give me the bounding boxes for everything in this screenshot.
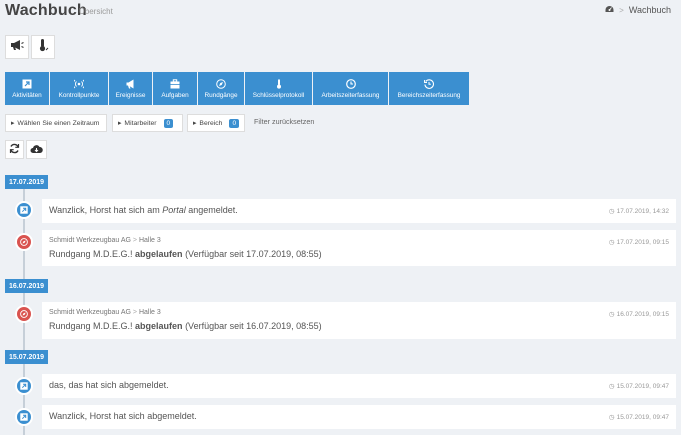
external-link-icon — [20, 413, 28, 421]
tab-rundgaenge[interactable]: Rundgänge — [198, 72, 244, 105]
period-filter-button[interactable]: ▸ Wählen Sie einen Zeitraum — [5, 114, 107, 132]
dashboard-icon[interactable] — [605, 5, 614, 15]
external-link-icon — [20, 382, 28, 390]
entry-time: ◷ 16.07.2019, 09:15 — [608, 310, 669, 319]
tab-bereichszeiterfassung[interactable]: Bereichszeiterfassung — [389, 72, 469, 105]
external-link-icon — [22, 79, 32, 88]
tab-aktivitaeten[interactable]: Aktivitäten — [5, 72, 49, 105]
compass-icon — [20, 238, 28, 246]
period-filter-label: Wählen Sie einen Zeitraum — [17, 119, 100, 127]
breadcrumb-current: Wachbuch — [628, 5, 671, 15]
clock-icon: ◷ — [608, 414, 615, 421]
tab-arbeitszeiterfassung[interactable]: Arbeitszeiterfassung — [313, 72, 388, 105]
entry-location: Schmidt Werkzeugbau AG > Halle 3 — [49, 309, 161, 316]
tab-label: Rundgänge — [204, 91, 238, 99]
compass-icon — [216, 78, 226, 89]
tab-label: Kontrollpunkte — [58, 91, 100, 99]
clock-icon — [345, 78, 356, 89]
entry-text: Rundgang M.D.E.G.! abgelaufen (Verfügbar… — [49, 249, 322, 259]
breadcrumb: > Wachbuch — [605, 5, 671, 15]
module-toolbar: Aktivitäten Kontrollpunkte Ereignisse Au… — [5, 72, 469, 105]
thermometer-icon — [276, 78, 281, 89]
megaphone-icon — [10, 38, 24, 56]
timeline-entry[interactable]: Wanzlick, Horst hat sich am Portal angem… — [42, 199, 676, 223]
entry-time: ◷ 15.07.2019, 09:47 — [608, 382, 669, 391]
staff-filter-button[interactable]: ▸ Mitarbeiter 0 — [112, 114, 183, 132]
megaphone-icon — [126, 79, 133, 88]
caret-right-icon: ▸ — [118, 120, 122, 127]
round-dot — [15, 233, 33, 251]
caret-right-icon: ▸ — [11, 120, 15, 127]
caret-right-icon: ▸ — [193, 120, 197, 127]
refresh-button[interactable] — [5, 140, 24, 159]
tab-label: Schlüsselprotokoll — [252, 91, 305, 99]
date-label: 16.07.2019 — [5, 279, 49, 293]
reset-filter-link[interactable]: Filter zurücksetzen — [254, 117, 314, 126]
tab-label: Aktivitäten — [12, 91, 42, 99]
entry-text: das, das hat sich abgemeldet. — [49, 380, 169, 390]
entry-time: ◷ 17.07.2019, 14:32 — [608, 207, 669, 216]
staff-filter-label: Mitarbeiter — [124, 119, 157, 127]
tab-label: Ereignisse — [115, 91, 146, 99]
timeline-entry[interactable]: Schmidt Werkzeugbau AG > Halle 3 Rundgan… — [42, 302, 676, 339]
timeline-entry[interactable]: Wanzlick, Horst hat sich abgemeldet. ◷ 15… — [42, 405, 676, 429]
compass-icon — [20, 310, 28, 318]
tab-aufgaben[interactable]: Aufgaben — [153, 72, 197, 105]
activity-dot — [15, 201, 33, 219]
cloud-download-icon — [30, 141, 43, 159]
key-log-button[interactable] — [31, 35, 55, 59]
tab-label: Bereichszeiterfassung — [397, 91, 461, 99]
entry-time: ◷ 15.07.2019, 09:47 — [608, 413, 669, 422]
clock-icon: ◷ — [608, 239, 615, 246]
tab-schluesselprotokoll[interactable]: Schlüsselprotokoll — [245, 72, 312, 105]
external-link-icon — [20, 206, 28, 214]
tab-label: Aufgaben — [161, 91, 189, 99]
timeline-entry[interactable]: Schmidt Werkzeugbau AG > Halle 3 Rundgan… — [42, 230, 676, 266]
date-label: 17.07.2019 — [5, 175, 49, 189]
round-dot — [15, 305, 33, 323]
clock-icon: ◷ — [608, 311, 615, 318]
broadcast-icon — [74, 79, 84, 88]
refresh-icon — [9, 141, 20, 159]
entry-text: Wanzlick, Horst hat sich am Portal angem… — [49, 205, 238, 215]
area-filter-label: Bereich — [199, 119, 223, 127]
activity-dot — [15, 408, 33, 426]
entry-location: Schmidt Werkzeugbau AG > Halle 3 — [49, 237, 161, 244]
entry-time: ◷ 17.07.2019, 09:15 — [608, 238, 669, 247]
staff-count-badge: 0 — [163, 118, 174, 128]
entry-text: Rundgang M.D.E.G.! abgelaufen (Verfügbar… — [49, 321, 322, 331]
thermometer-icon — [36, 38, 50, 57]
area-count-badge: 0 — [229, 118, 240, 128]
area-filter-button[interactable]: ▸ Bereich 0 — [187, 114, 245, 132]
announce-button[interactable] — [5, 35, 29, 59]
tab-ereignisse[interactable]: Ereignisse — [109, 72, 152, 105]
clock-icon: ◷ — [608, 383, 615, 390]
tab-label: Arbeitszeiterfassung — [321, 91, 380, 99]
date-label: 15.07.2019 — [5, 350, 49, 364]
briefcase-icon — [170, 78, 180, 88]
tab-kontrollpunkte[interactable]: Kontrollpunkte — [50, 72, 108, 105]
entry-text: Wanzlick, Horst hat sich abgemeldet. — [49, 411, 197, 421]
breadcrumb-separator: > — [619, 5, 624, 15]
cloud-download-button[interactable] — [26, 140, 47, 159]
activity-dot — [15, 377, 33, 395]
history-icon — [424, 78, 434, 89]
timeline-entry[interactable]: das, das hat sich abgemeldet. ◷ 15.07.201… — [42, 374, 676, 398]
page-subtitle: Übersicht — [79, 7, 113, 16]
clock-icon: ◷ — [608, 208, 615, 215]
page-title: Wachbuch — [5, 2, 87, 19]
